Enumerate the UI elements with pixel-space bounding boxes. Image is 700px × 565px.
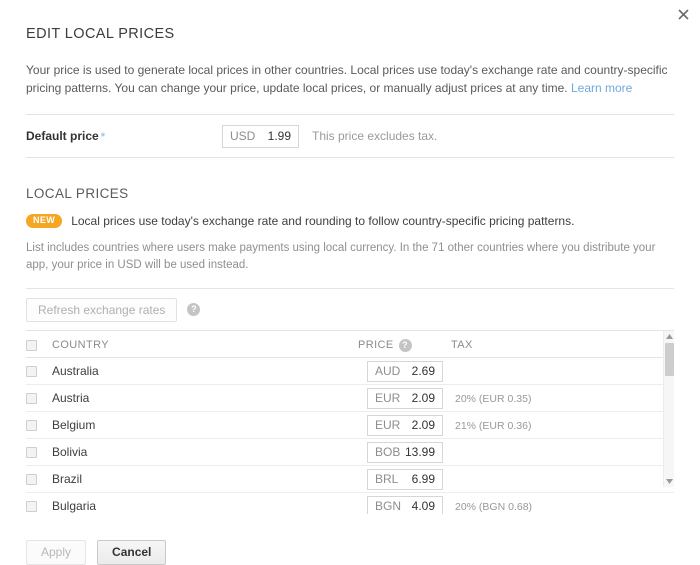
local-price-currency: EUR [375, 418, 401, 432]
scroll-down-arrow-icon[interactable] [664, 476, 675, 487]
default-price-input[interactable]: USD 1.99 [222, 124, 299, 148]
row-checkbox[interactable] [26, 446, 37, 458]
table-row[interactable]: Bulgaria BGN 4.09 20% (BGN 0.68) [26, 493, 674, 514]
row-select-cell [26, 392, 52, 404]
divider-default-price [26, 157, 674, 158]
row-checkbox[interactable] [26, 419, 37, 431]
local-price-value: 2.09 [411, 391, 435, 405]
column-header-country: COUNTRY [52, 339, 109, 351]
country-name: Belgium [52, 418, 96, 432]
country-name: Bulgaria [52, 499, 97, 513]
country-name: Bolivia [52, 445, 88, 459]
column-header-price: PRICE ? [358, 338, 451, 352]
tax-value [451, 474, 455, 486]
tax-value [451, 366, 455, 378]
row-select-cell [26, 365, 52, 377]
row-checkbox[interactable] [26, 365, 37, 377]
new-feature-callout: NEW Local prices use today's exchange ra… [26, 214, 674, 228]
learn-more-link[interactable]: Learn more [571, 81, 632, 95]
column-header-tax: TAX [451, 339, 473, 351]
local-price-input[interactable]: BRL 6.99 [367, 468, 443, 490]
table-body[interactable]: Australia AUD 2.69 Austria EUR 2.09 20% (EUR 0… [26, 358, 674, 514]
refresh-row: Refresh exchange rates ? [26, 289, 674, 330]
required-asterisk: * [100, 131, 105, 143]
select-all-checkbox[interactable] [26, 339, 37, 351]
default-price-row: Default price * USD 1.99 This price exclu… [26, 115, 674, 157]
apply-button[interactable]: Apply [26, 540, 87, 565]
select-all-cell [26, 339, 52, 351]
tax-value: 20% (EUR 0.35) [455, 393, 532, 405]
default-price-label: Default price * [26, 129, 222, 143]
tax-value [451, 447, 455, 459]
help-icon[interactable]: ? [187, 303, 201, 316]
table-row[interactable]: Brazil BRL 6.99 [26, 466, 674, 493]
scrollbar-thumb[interactable] [665, 343, 674, 376]
new-feature-text: Local prices use today's exchange rate a… [71, 214, 575, 228]
table-row[interactable]: Austria EUR 2.09 20% (EUR 0.35) [26, 385, 674, 412]
local-price-currency: BRL [375, 472, 399, 486]
local-price-input[interactable]: EUR 2.09 [367, 387, 443, 409]
column-header-price-label: PRICE [358, 339, 394, 351]
scroll-up-arrow-icon[interactable] [664, 331, 675, 342]
help-icon[interactable]: ? [398, 338, 412, 352]
cancel-button[interactable]: Cancel [97, 540, 167, 565]
row-select-cell [26, 419, 52, 431]
row-select-cell [26, 446, 52, 458]
table-row[interactable]: Australia AUD 2.69 [26, 358, 674, 385]
default-price-label-text: Default price [26, 129, 99, 143]
local-price-currency: AUD [375, 364, 401, 378]
local-price-input[interactable]: BGN 4.09 [367, 495, 443, 514]
local-price-input[interactable]: AUD 2.69 [367, 360, 443, 382]
page-title: EDIT LOCAL PRICES [26, 26, 175, 42]
row-checkbox[interactable] [26, 392, 37, 404]
local-price-value: 4.09 [411, 499, 435, 513]
refresh-exchange-rates-button[interactable]: Refresh exchange rates [26, 297, 178, 322]
close-icon [677, 8, 689, 20]
country-name: Australia [52, 364, 99, 378]
local-price-value: 2.69 [411, 364, 435, 378]
default-price-value: 1.99 [267, 129, 291, 143]
default-price-hint: This price excludes tax. [312, 129, 438, 143]
local-prices-heading: LOCAL PRICES [26, 186, 129, 201]
edit-local-prices-dialog: EDIT LOCAL PRICES Your price is used to … [0, 0, 700, 565]
local-price-value: 13.99 [404, 445, 435, 459]
close-dialog-button[interactable] [673, 4, 693, 24]
tax-value: 20% (BGN 0.68) [455, 501, 533, 513]
row-checkbox[interactable] [26, 500, 37, 512]
local-price-currency: BOB [375, 445, 401, 459]
table-header-row: COUNTRY PRICE ? TAX [26, 331, 674, 358]
local-price-input[interactable]: EUR 2.09 [367, 414, 443, 436]
local-price-currency: EUR [375, 391, 401, 405]
local-prices-note: List includes countries where users make… [26, 242, 656, 271]
row-select-cell [26, 500, 52, 512]
tax-value: 21% (EUR 0.36) [455, 420, 532, 432]
country-name: Brazil [52, 472, 83, 486]
country-name: Austria [52, 391, 90, 405]
row-checkbox[interactable] [26, 473, 37, 485]
status-badge: NEW [26, 214, 63, 228]
default-price-currency: USD [230, 129, 256, 143]
local-price-value: 2.09 [411, 418, 435, 432]
table-row[interactable]: Bolivia BOB 13.99 [26, 439, 674, 466]
local-price-input[interactable]: BOB 13.99 [367, 441, 443, 463]
row-select-cell [26, 473, 52, 485]
table-scrollbar[interactable] [663, 331, 674, 487]
local-price-currency: BGN [375, 499, 402, 513]
dialog-footer: Apply Cancel [26, 540, 674, 565]
local-prices-table: COUNTRY PRICE ? TAX Australia AUD 2.69 Aust… [26, 330, 674, 514]
local-price-value: 6.99 [411, 472, 435, 486]
intro-paragraph: Your price is used to generate local pri… [26, 61, 674, 97]
table-row[interactable]: Belgium EUR 2.09 21% (EUR 0.36) [26, 412, 674, 439]
